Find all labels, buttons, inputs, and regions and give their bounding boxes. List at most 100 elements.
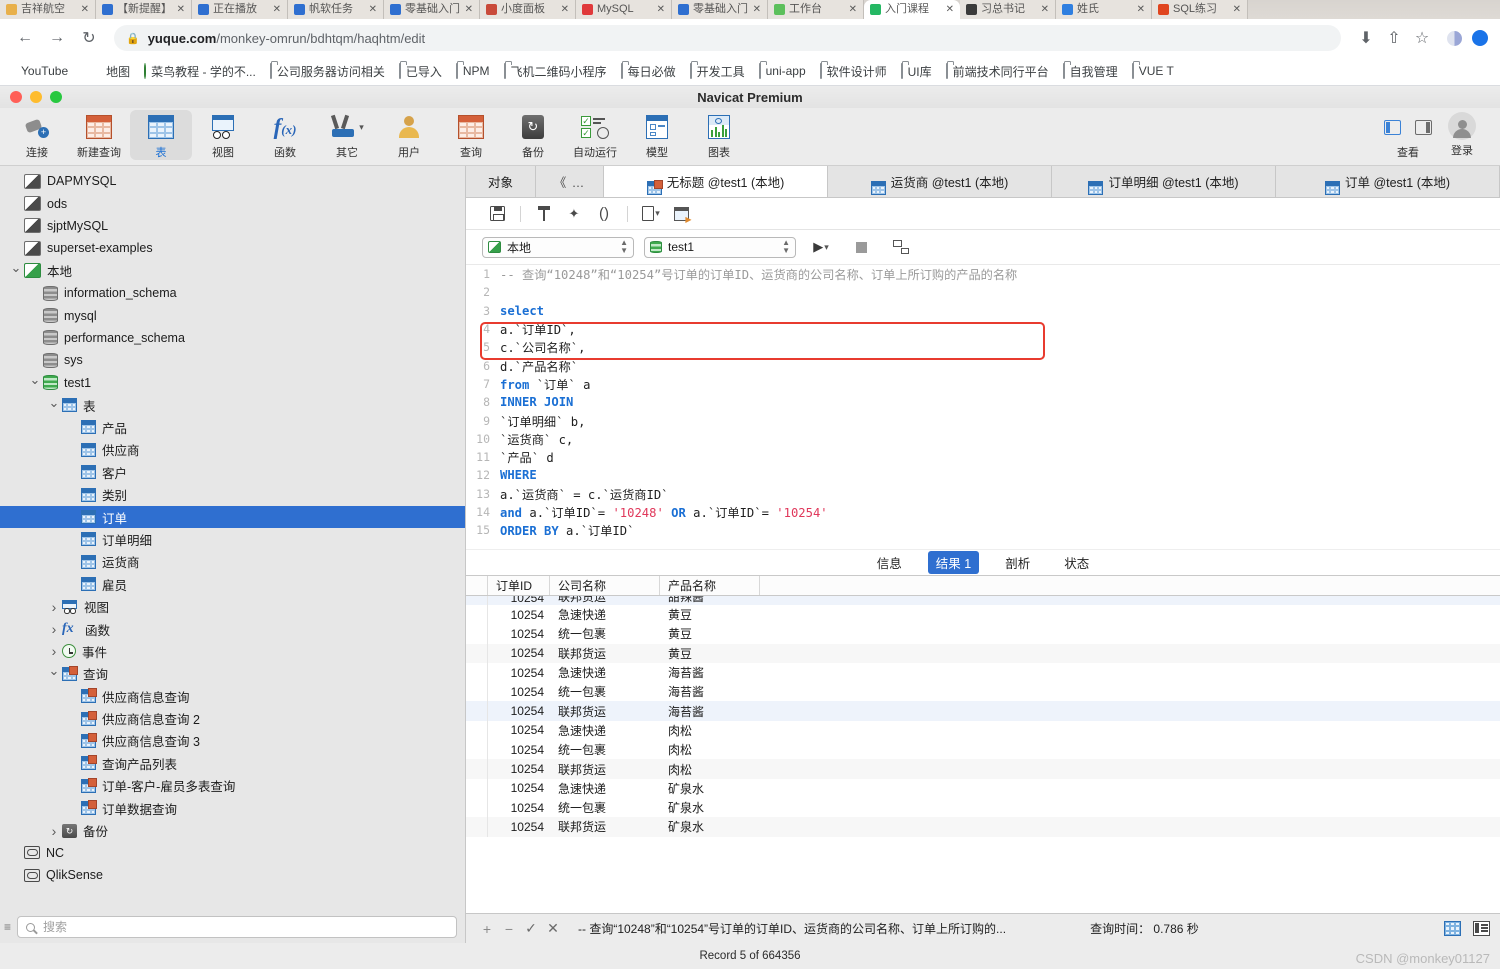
toolbar-new-query[interactable]: 新建查询 — [68, 110, 130, 160]
cell-order-id[interactable]: 10254 — [488, 704, 550, 718]
tree-item[interactable]: 订单数据查询 — [0, 797, 465, 819]
tree-item[interactable]: 供应商信息查询 2 — [0, 707, 465, 729]
chevron-right-icon[interactable] — [46, 644, 62, 658]
tree-item[interactable]: QlikSense — [0, 864, 465, 886]
cell-order-id[interactable]: 10254 — [488, 723, 550, 737]
table-row[interactable]: 10254 统一包裹 肉松 — [466, 740, 1500, 760]
cell-order-id[interactable]: 10254 — [488, 762, 550, 776]
cell-company[interactable]: 联邦货运 — [550, 761, 660, 778]
tree-item[interactable]: 供应商信息查询 — [0, 685, 465, 707]
share-icon[interactable]: ⇧ — [1381, 25, 1407, 51]
chevron-down-icon[interactable] — [46, 399, 62, 412]
result-tab-result1[interactable]: 结果 1 — [927, 551, 980, 574]
row-selector[interactable] — [466, 817, 488, 837]
tree-item[interactable]: 运货商 — [0, 551, 465, 573]
cell-order-id[interactable]: 10254 — [488, 596, 550, 605]
close-icon[interactable]: ✕ — [81, 4, 89, 15]
row-selector[interactable] — [466, 759, 488, 779]
toolbar-automation[interactable]: ✓ ✓ 自动运行 — [564, 110, 626, 160]
add-record-button[interactable]: + — [476, 921, 498, 937]
row-selector[interactable] — [466, 682, 488, 702]
tree-item[interactable]: ↻ 备份 — [0, 819, 465, 841]
chevron-down-icon[interactable] — [8, 264, 24, 277]
table-row[interactable]: 10254 统一包裹 海苔酱 — [466, 682, 1500, 702]
row-selector[interactable] — [466, 624, 488, 644]
browser-tab[interactable]: 零基础入门 ✕ — [672, 0, 768, 19]
close-icon[interactable]: ✕ — [273, 4, 281, 15]
sidebar-left-layout-icon[interactable] — [1384, 119, 1401, 135]
bookmark-item[interactable]: 自我管理 — [1057, 60, 1124, 83]
close-icon[interactable]: ✕ — [1041, 4, 1049, 15]
cell-order-id[interactable]: 10254 — [488, 820, 550, 834]
tree-item[interactable]: 订单-客户-雇员多表查询 — [0, 775, 465, 797]
form-view-icon[interactable] — [1473, 921, 1490, 936]
cell-order-id[interactable]: 10254 — [488, 608, 550, 622]
cell-company[interactable]: 联邦货运 — [550, 703, 660, 720]
browser-tab[interactable]: MySQL ✕ — [576, 0, 672, 19]
table-row[interactable]: 10254 急速快递 海苔酱 — [466, 662, 1500, 683]
cell-company[interactable]: 急速快递 — [550, 664, 660, 681]
cell-order-id[interactable]: 10254 — [488, 666, 550, 680]
save-button[interactable] — [482, 202, 512, 226]
browser-tab[interactable]: 吉祥航空 ✕ — [0, 0, 96, 19]
extension-icon[interactable] — [1447, 30, 1462, 46]
connection-tree[interactable]: DAPMYSQL ods sjptMySQL superset-examples 本地 i… — [0, 166, 465, 911]
stop-button[interactable] — [846, 235, 876, 259]
browser-tab[interactable]: 工作台 ✕ — [768, 0, 864, 19]
tree-item[interactable]: ods — [0, 192, 465, 214]
export-wizard-button[interactable] — [666, 202, 696, 226]
avatar[interactable] — [1472, 30, 1488, 46]
code-line[interactable]: 12 WHERE — [466, 466, 1500, 484]
row-selector[interactable] — [466, 662, 488, 683]
browser-tab[interactable]: 入门课程 ✕ — [864, 0, 960, 19]
tab-collapse[interactable]: 《 … — [536, 166, 604, 197]
tab-untitled-query[interactable]: 无标题 @test1 (本地) — [604, 166, 828, 197]
cell-product[interactable]: 矿泉水 — [660, 799, 760, 816]
tab-objects[interactable]: 对象 — [466, 166, 536, 197]
cell-product[interactable]: 黄豆 — [660, 645, 760, 662]
download-icon[interactable]: ⬇ — [1353, 25, 1379, 51]
row-selector[interactable] — [466, 797, 488, 818]
code-line[interactable]: 9 `订单明细` b, — [466, 411, 1500, 429]
tree-item[interactable]: 产品 — [0, 416, 465, 438]
tree-item[interactable]: 供应商信息查询 3 — [0, 730, 465, 752]
bookmark-item[interactable]: NPM — [450, 61, 496, 81]
code-line[interactable]: 14 and a.`订单ID`= '10248' OR a.`订单ID`= '10… — [466, 503, 1500, 521]
tab-shippers[interactable]: 运货商 @test1 (本地) — [828, 166, 1052, 197]
bookmark-item[interactable]: 每日必做 — [615, 60, 682, 83]
table-row[interactable]: 10254 联邦货运 海苔酱 — [466, 701, 1500, 721]
result-grid-body[interactable]: 10254 联邦货运 甜辣酱 10254 急速快递 黄豆 10254 统一包裹 黄豆 10254 联… — [466, 596, 1500, 837]
cell-company[interactable]: 联邦货运 — [550, 818, 660, 835]
toolbar-table[interactable]: 表 — [130, 110, 192, 160]
code-line[interactable]: 13 a.`运货商` = c.`运货商ID` — [466, 485, 1500, 503]
bookmark-item[interactable]: 开发工具 — [684, 60, 751, 83]
tree-item[interactable]: 事件 — [0, 640, 465, 662]
close-icon[interactable]: ✕ — [753, 4, 761, 15]
document-button[interactable]: ▾ — [636, 202, 666, 226]
bookmark-item[interactable]: 前端技术同行平台 — [940, 60, 1055, 83]
row-selector[interactable] — [466, 605, 488, 625]
code-line[interactable]: 2 — [466, 283, 1500, 301]
close-icon[interactable]: ✕ — [849, 4, 857, 15]
cell-order-id[interactable]: 10254 — [488, 801, 550, 815]
toolbar-other[interactable]: ▾ 其它 — [316, 110, 378, 160]
tree-item[interactable]: 查询 — [0, 663, 465, 685]
bookmark-item[interactable]: uni-app — [753, 61, 812, 81]
code-line[interactable]: 3 select — [466, 302, 1500, 320]
cell-order-id[interactable]: 10254 — [488, 646, 550, 660]
close-icon[interactable]: ✕ — [1233, 4, 1241, 15]
close-icon[interactable]: ✕ — [369, 4, 377, 15]
close-icon[interactable]: ✕ — [1137, 4, 1145, 15]
search-input[interactable] — [41, 919, 448, 935]
reload-icon[interactable]: ↻ — [76, 25, 102, 51]
chevron-right-icon[interactable] — [46, 622, 62, 636]
code-line[interactable]: 6 d.`产品名称` — [466, 356, 1500, 374]
tree-item[interactable]: mysql — [0, 304, 465, 326]
browser-tab[interactable]: 姓氏 ✕ — [1056, 0, 1152, 19]
chevron-down-icon[interactable] — [27, 376, 43, 389]
cell-company[interactable]: 急速快递 — [550, 722, 660, 739]
cell-product[interactable]: 黄豆 — [660, 625, 760, 642]
cell-company[interactable]: 统一包裹 — [550, 799, 660, 816]
column-header-product[interactable]: 产品名称 — [660, 576, 760, 595]
tree-item[interactable]: information_schema — [0, 282, 465, 304]
